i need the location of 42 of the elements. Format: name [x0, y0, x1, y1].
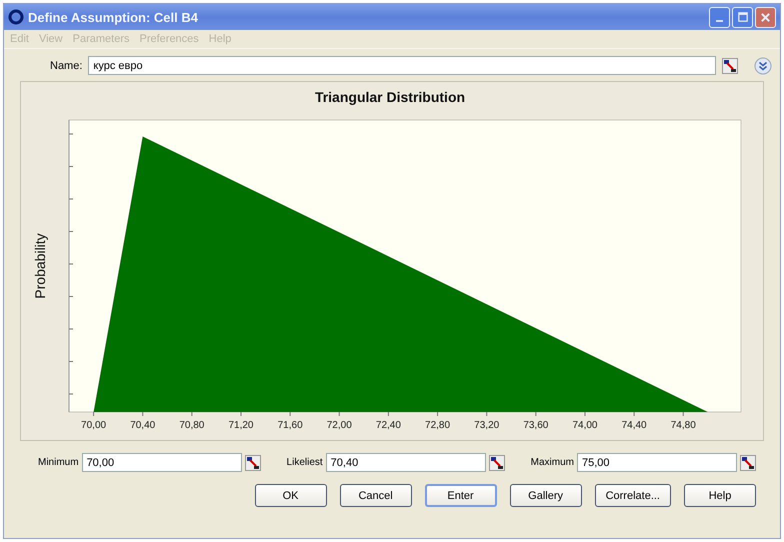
dialog-button[interactable]: Correlate... [594, 484, 671, 507]
chart-title: Triangular Distribution [314, 89, 466, 105]
x-tick-label: 73,20 [474, 420, 500, 431]
parameter-label: Minimum [38, 457, 79, 468]
parameter-label: Likeliest [286, 457, 323, 468]
parameter-field[interactable]: 70,40 [326, 453, 486, 472]
x-tick-label: 72,40 [376, 420, 401, 431]
x-tick-label: 72,00 [326, 420, 352, 431]
close-icon [760, 12, 771, 22]
x-tick-label: 71,20 [228, 420, 254, 431]
x-tick-label: 74,00 [572, 420, 598, 431]
parameter-label: Maximum [530, 457, 574, 468]
minimize-button[interactable] [709, 6, 730, 28]
name-label: Name: [50, 60, 82, 72]
dialog-button[interactable]: Gallery [510, 484, 582, 507]
x-tick-label: 70,80 [179, 420, 204, 431]
parameter-field[interactable]: 75,00 [576, 453, 737, 472]
x-tick-label: 70,00 [81, 420, 106, 431]
dialog-button[interactable]: OK [254, 484, 327, 507]
cell-reference-icon[interactable] [740, 454, 756, 470]
expand-icon[interactable] [754, 56, 772, 74]
x-tick-label: 74,40 [622, 420, 647, 431]
cell-reference-icon[interactable] [722, 58, 738, 74]
ring-icon [8, 9, 24, 25]
parameter-field[interactable]: 70,00 [82, 453, 242, 472]
dialog-button[interactable]: Enter [424, 484, 497, 507]
name-field[interactable]: курс евро [88, 56, 716, 75]
x-tick-label: 74,80 [670, 420, 696, 431]
dialog-button[interactable]: Cancel [340, 484, 412, 507]
x-tick-label: 70,40 [130, 420, 156, 431]
maximize-icon [738, 12, 748, 22]
y-axis-label: Probability [32, 233, 48, 299]
minimize-icon [716, 20, 723, 22]
cell-reference-icon[interactable] [488, 454, 505, 470]
x-tick-label: 71,60 [278, 420, 303, 431]
cell-reference-icon[interactable] [244, 454, 261, 470]
window-title: Define Assumption: Cell B4 [28, 10, 199, 24]
x-tick-label: 72,80 [425, 420, 450, 431]
maximize-button[interactable] [732, 6, 753, 28]
dialog-button[interactable]: Help [684, 484, 756, 507]
x-tick-label: 73,60 [523, 420, 548, 431]
close-button[interactable] [755, 6, 776, 28]
